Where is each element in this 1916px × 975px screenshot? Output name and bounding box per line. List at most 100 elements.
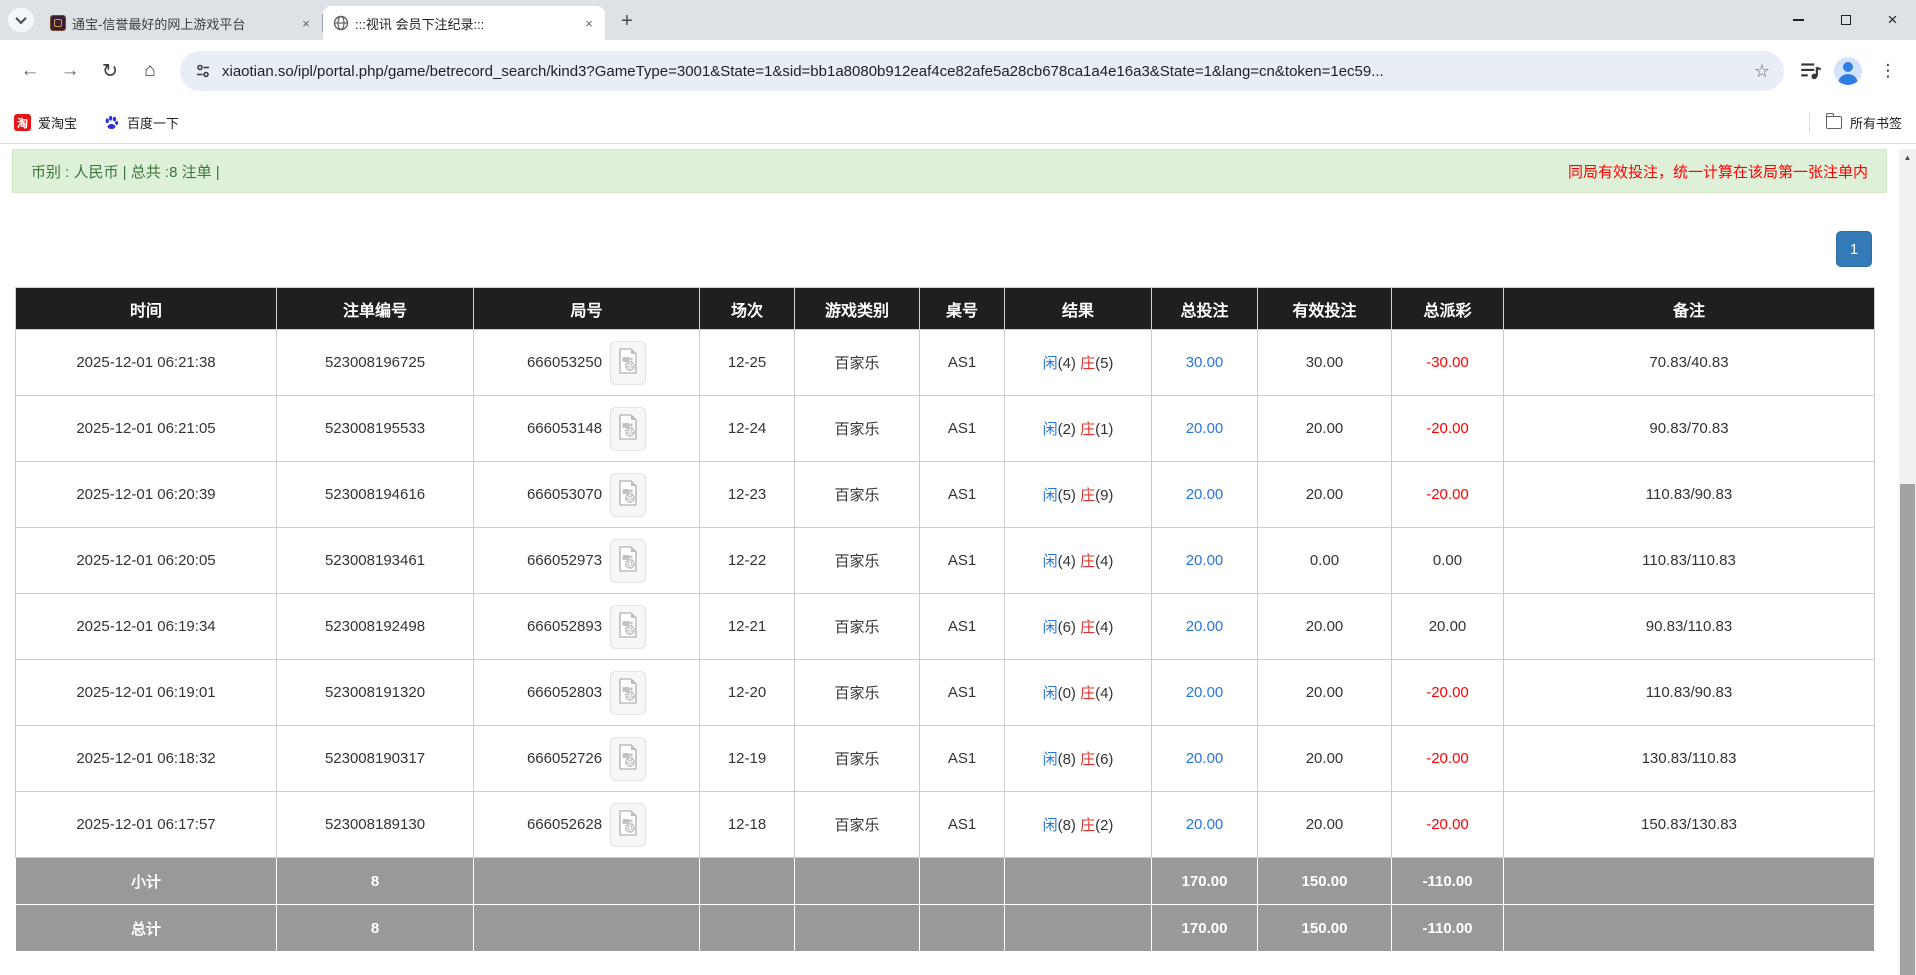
forward-button[interactable]: → — [53, 54, 87, 88]
reload-button[interactable]: ↻ — [93, 54, 127, 88]
cell-total-bet: 20.00 — [1152, 528, 1258, 594]
round-number-text: 666053148 — [527, 420, 602, 437]
total-payout: -110.00 — [1392, 905, 1504, 952]
col-total-bet: 总投注 — [1152, 288, 1258, 330]
home-button[interactable]: ⌂ — [133, 54, 167, 88]
pagination: 1 — [0, 231, 1872, 267]
result-player-count: (4) — [1058, 553, 1081, 570]
pagination-page-1-button[interactable]: 1 — [1836, 231, 1872, 267]
cell-session: 12-24 — [700, 396, 795, 462]
cell-note: 110.83/90.83 — [1504, 660, 1875, 726]
new-tab-button[interactable]: + — [613, 7, 641, 35]
table-body: 2025-12-01 06:21:38523008196725666053250… — [16, 330, 1875, 858]
cell-round-number: 666053148 — [474, 396, 700, 462]
cell-session: 12-25 — [700, 330, 795, 396]
bookmarks-bar: 淘 爱淘宝 百度一下 所有书签 — [0, 102, 1916, 144]
result-banker-count: (4) — [1095, 553, 1113, 570]
col-note: 备注 — [1504, 288, 1875, 330]
video-file-icon — [617, 546, 639, 575]
video-file-icon — [617, 348, 639, 377]
cell-result: 闲(4) 庄(4) — [1005, 528, 1152, 594]
round-number-text: 666053070 — [527, 486, 602, 503]
video-replay-button[interactable] — [610, 605, 646, 649]
result-banker-count: (4) — [1095, 685, 1113, 702]
back-button[interactable]: ← — [13, 54, 47, 88]
result-player-label: 闲 — [1043, 685, 1058, 702]
tab-search-button[interactable] — [8, 8, 34, 32]
profile-avatar[interactable] — [1834, 57, 1862, 85]
bookmark-aitaobao[interactable]: 淘 爱淘宝 — [14, 113, 77, 132]
cell-note: 110.83/110.83 — [1504, 528, 1875, 594]
all-bookmarks-label[interactable]: 所有书签 — [1850, 113, 1902, 132]
video-file-icon — [617, 744, 639, 773]
summary-info-bar: 币别 : 人民币 | 总共 :8 注单 | 同局有效投注，统一计算在该局第一张注… — [12, 149, 1887, 193]
cell-bet-number: 523008191320 — [277, 660, 474, 726]
cell-table-number: AS1 — [920, 330, 1005, 396]
tab-close-icon[interactable]: × — [298, 15, 314, 31]
cell-payout: -20.00 — [1392, 660, 1504, 726]
browser-menu-button[interactable]: ⋮ — [1871, 54, 1905, 88]
bookmark-baidu[interactable]: 百度一下 — [103, 113, 179, 132]
cell-time: 2025-12-01 06:19:34 — [16, 594, 277, 660]
result-banker-label: 庄 — [1080, 421, 1095, 438]
cell-note: 70.83/40.83 — [1504, 330, 1875, 396]
cell-round-number: 666053250 — [474, 330, 700, 396]
round-number-text: 666053250 — [527, 354, 602, 371]
folder-icon — [1826, 116, 1842, 129]
result-player-label: 闲 — [1043, 619, 1058, 636]
scroll-up-icon[interactable]: ▲ — [1899, 149, 1916, 166]
cell-session: 12-23 — [700, 462, 795, 528]
video-replay-button[interactable] — [610, 671, 646, 715]
media-controls-icon[interactable] — [1798, 58, 1824, 84]
cell-time: 2025-12-01 06:21:38 — [16, 330, 277, 396]
table-header-row: 时间 注单编号 局号 场次 游戏类别 桌号 结果 总投注 有效投注 总派彩 备注 — [16, 288, 1875, 330]
result-banker-count: (4) — [1095, 619, 1113, 636]
cell-round-number: 666052893 — [474, 594, 700, 660]
cell-payout: -20.00 — [1392, 726, 1504, 792]
cell-note: 90.83/110.83 — [1504, 594, 1875, 660]
site-info-icon[interactable] — [194, 62, 212, 80]
cell-round-number: 666052628 — [474, 792, 700, 858]
cell-result: 闲(4) 庄(5) — [1005, 330, 1152, 396]
cell-session: 12-19 — [700, 726, 795, 792]
maximize-button[interactable] — [1822, 0, 1869, 40]
video-replay-button[interactable] — [610, 407, 646, 451]
total-count: 8 — [277, 905, 474, 952]
subtotal-row: 小计 8 170.00 150.00 -110.00 — [16, 858, 1875, 905]
url-text[interactable]: xiaotian.so/ipl/portal.php/game/betrecor… — [222, 63, 1746, 80]
cell-session: 12-18 — [700, 792, 795, 858]
cell-result: 闲(5) 庄(9) — [1005, 462, 1152, 528]
bookmark-star-icon[interactable]: ☆ — [1754, 61, 1770, 82]
vertical-scrollbar[interactable]: ▲ — [1899, 149, 1916, 975]
cell-table-number: AS1 — [920, 462, 1005, 528]
cell-table-number: AS1 — [920, 660, 1005, 726]
video-replay-button[interactable] — [610, 539, 646, 583]
chevron-down-icon — [15, 13, 26, 24]
total-row: 总计 8 170.00 150.00 -110.00 — [16, 905, 1875, 952]
cell-total-bet: 20.00 — [1152, 396, 1258, 462]
close-button[interactable]: × — [1869, 0, 1916, 40]
maximize-icon — [1841, 15, 1851, 25]
address-bar[interactable]: xiaotian.so/ipl/portal.php/game/betrecor… — [180, 51, 1784, 91]
result-player-label: 闲 — [1043, 487, 1058, 504]
video-replay-button[interactable] — [610, 473, 646, 517]
video-replay-button[interactable] — [610, 803, 646, 847]
subtotal-label: 小计 — [16, 858, 277, 905]
result-player-label: 闲 — [1043, 751, 1058, 768]
result-player-count: (4) — [1058, 355, 1081, 372]
result-player-count: (0) — [1058, 685, 1081, 702]
tab-bet-records[interactable]: :::视讯 会员下注纪录::: × — [323, 6, 605, 40]
currency-summary-text: 币别 : 人民币 | 总共 :8 注单 | — [31, 161, 220, 182]
tab-tongbao[interactable]: 通宝-信誉最好的网上游戏平台 × — [40, 6, 322, 40]
cell-result: 闲(2) 庄(1) — [1005, 396, 1152, 462]
scrollbar-thumb[interactable] — [1900, 484, 1915, 975]
cell-game-type: 百家乐 — [795, 330, 920, 396]
bet-records-table: 时间 注单编号 局号 场次 游戏类别 桌号 结果 总投注 有效投注 总派彩 备注… — [15, 287, 1875, 952]
minimize-button[interactable] — [1775, 0, 1822, 40]
video-replay-button[interactable] — [610, 341, 646, 385]
cell-total-bet: 20.00 — [1152, 462, 1258, 528]
video-replay-button[interactable] — [610, 737, 646, 781]
cell-bet-number: 523008193461 — [277, 528, 474, 594]
col-result: 结果 — [1005, 288, 1152, 330]
tab-close-icon[interactable]: × — [581, 15, 597, 31]
